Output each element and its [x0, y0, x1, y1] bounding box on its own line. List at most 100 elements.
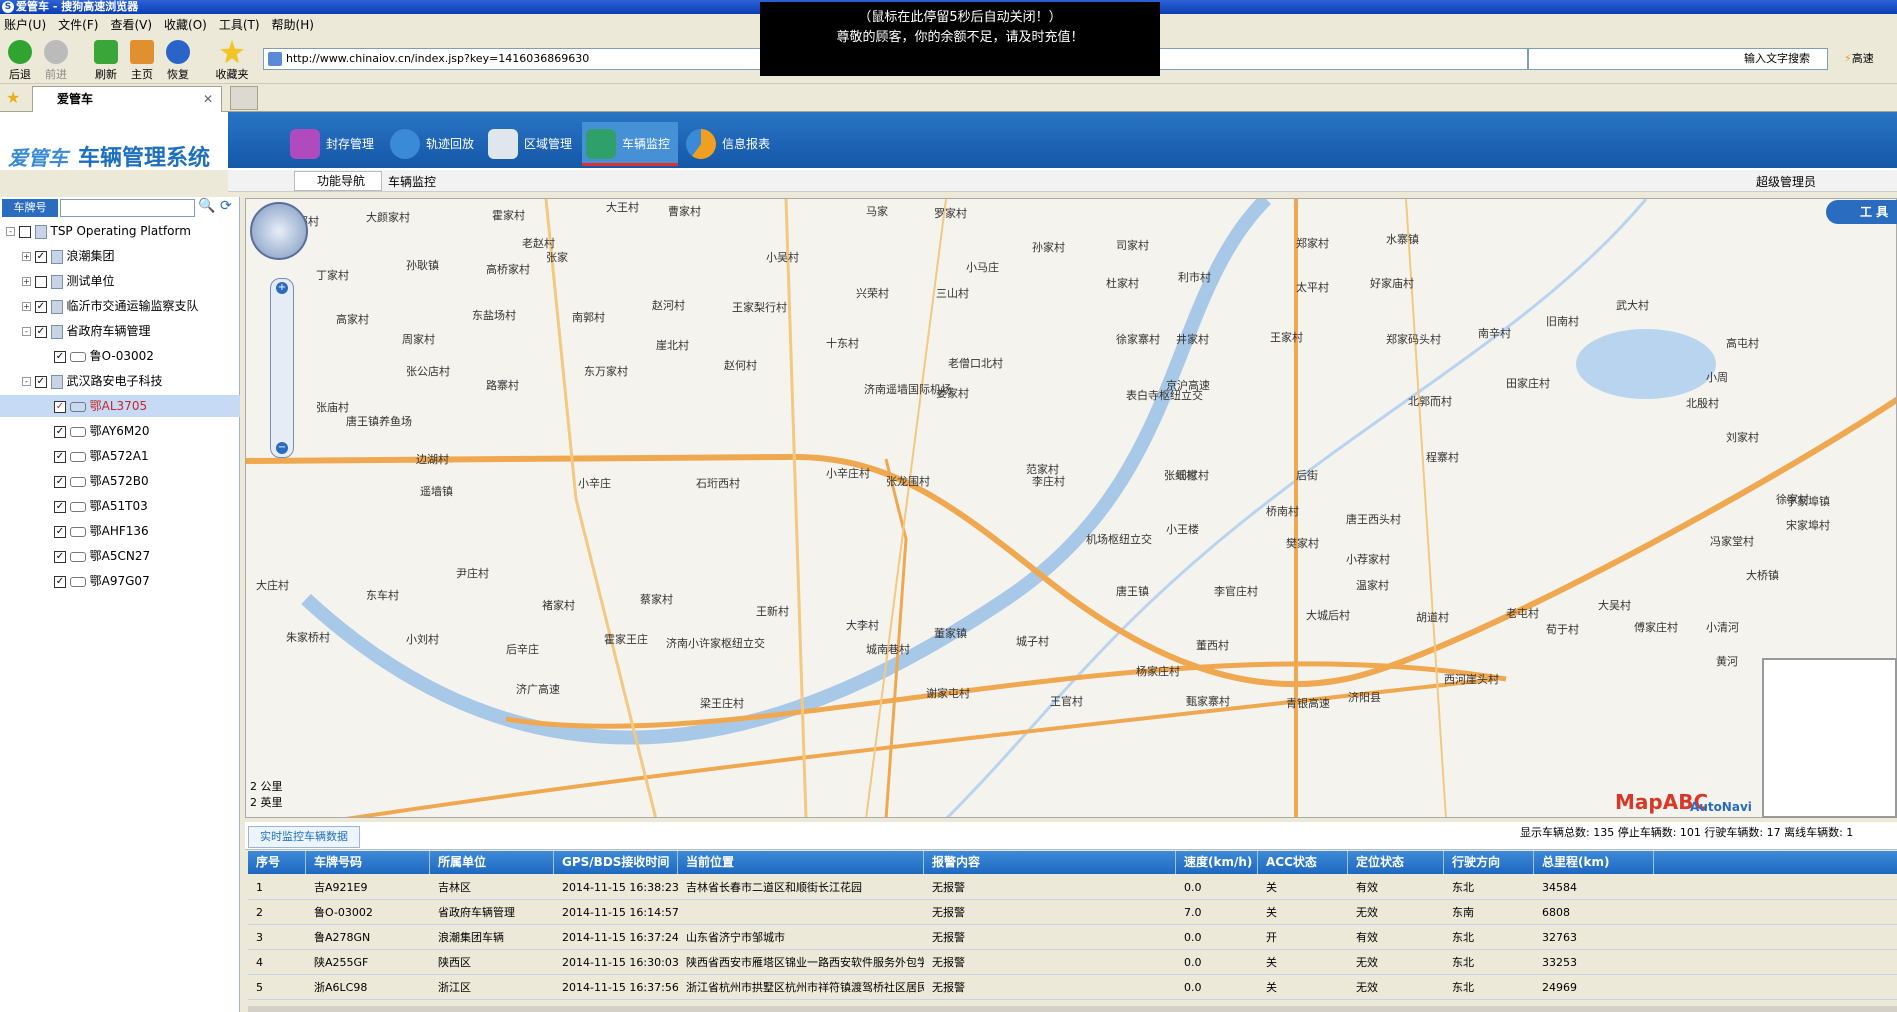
table-cell: 6808 [1542, 906, 1570, 919]
table-cell: 无效 [1356, 981, 1378, 994]
map-pan-control[interactable] [250, 202, 308, 260]
table-cell: 关 [1266, 981, 1277, 994]
tree-vehicle-selected[interactable]: ✓ 鄂AL3705 [0, 395, 240, 417]
map-label: 小王楼 [1166, 523, 1199, 536]
map-overview[interactable] [1762, 658, 1897, 818]
map-label: 小刘村 [406, 633, 439, 646]
column-header[interactable]: GPS/BDS接收时间 [554, 851, 678, 874]
map-view[interactable]: 东部村大颜家村霍家村大王村曹家村马家罗家村孙耿镇老赵村张家小吴村孙家村司家村郑家… [245, 198, 1897, 818]
column-header[interactable]: 序号 [248, 851, 306, 874]
refresh-tree-icon[interactable]: ⟳ [220, 198, 232, 214]
tree-node[interactable]: - ✓ 武汉路安电子科技 [0, 370, 163, 392]
tab-realtime-data[interactable]: 实时监控车辆数据 [248, 826, 360, 848]
balance-notice-popup[interactable]: （鼠标在此停留5秒后自动关闭！） 尊敬的顾客，你的余额不足，请及时充值！ [760, 2, 1160, 76]
new-tab-button[interactable] [230, 86, 258, 110]
tree-vehicle[interactable]: ✓ 鄂A97G07 [0, 570, 150, 592]
table-cell: 无报警 [932, 931, 965, 944]
search-input[interactable]: 输入文字搜索 [1528, 48, 1828, 70]
map-label: 温家村 [1356, 579, 1389, 592]
map-label: 丁家村 [316, 269, 349, 282]
map-label: 太平村 [1296, 281, 1329, 294]
home-button[interactable]: 主页 [122, 40, 162, 82]
tree-node[interactable]: + 测试单位 [0, 270, 115, 292]
menu-tools[interactable]: 工具(T) [219, 16, 260, 33]
plate-search-input[interactable] [60, 199, 195, 217]
tree-vehicle[interactable]: ✓ 鄂A572A1 [0, 445, 149, 467]
menu-help[interactable]: 帮助(H) [272, 16, 314, 33]
table-cell: 关 [1266, 906, 1277, 919]
nav-track-playback[interactable]: 轨迹回放 [386, 122, 478, 166]
tree-vehicle[interactable]: ✓ 鄂AY6M20 [0, 420, 150, 442]
star-icon [220, 40, 244, 64]
tree-vehicle[interactable]: ✓ 鄂A51T03 [0, 495, 148, 517]
column-header[interactable]: 报警内容 [924, 851, 1176, 874]
pie-chart-icon [686, 129, 716, 159]
column-header[interactable]: 所属单位 [430, 851, 554, 874]
map-label: 杜家村 [1106, 277, 1139, 290]
map-label: 褚家村 [542, 599, 575, 612]
map-label: 张龙围村 [886, 475, 930, 488]
column-header[interactable]: 定位状态 [1348, 851, 1444, 874]
map-label: 水寨镇 [1386, 233, 1419, 246]
favorites-button[interactable]: 收藏夹 [212, 40, 252, 82]
back-button[interactable]: 后退 [0, 40, 40, 82]
tree-node[interactable]: - ✓ 省政府车辆管理 [0, 320, 151, 342]
nav-archive[interactable]: 封存管理 [286, 122, 378, 166]
tree-vehicle[interactable]: ✓ 鄂A572B0 [0, 470, 149, 492]
user-label[interactable]: 超级管理员 [1756, 173, 1816, 190]
table-row[interactable]: 3 鲁A278GN 浪潮集团车辆 2014-11-15 16:37:24 山东省济宁市邹… [248, 925, 1897, 950]
map-label: 梁王庄村 [700, 697, 744, 710]
tree-node[interactable]: + ✓ 临沂市交通运输监察支队 [0, 295, 199, 317]
map-label: 北郭而村 [1408, 395, 1452, 408]
favorite-star-icon[interactable]: ★ [6, 88, 20, 107]
column-header[interactable]: 当前位置 [678, 851, 924, 874]
tree-vehicle[interactable]: ✓ 鄂A5CN27 [0, 545, 150, 567]
browser-tab[interactable]: 爱管车 ✕ [32, 86, 222, 112]
menu-favorites[interactable]: 收藏(O) [164, 16, 207, 33]
nav-area-management[interactable]: 区域管理 [484, 122, 576, 166]
speed-mode-button[interactable]: ⚡高速 [1844, 50, 1874, 66]
nav-vehicle-monitor[interactable]: 车辆监控 [582, 122, 678, 166]
nav-info-report[interactable]: 信息报表 [682, 122, 774, 166]
column-header[interactable]: 行驶方向 [1444, 851, 1534, 874]
map-label: 王家梨行村 [732, 301, 787, 314]
menu-file[interactable]: 文件(F) [58, 16, 98, 33]
column-header[interactable]: 车牌号码 [306, 851, 430, 874]
table-row[interactable]: 2 鲁O-03002 省政府车辆管理 2014-11-15 16:14:57 无报警 7.… [248, 900, 1897, 925]
tree-vehicle[interactable]: ✓ 鄂AHF136 [0, 520, 149, 542]
forward-arrow-icon [44, 40, 68, 64]
table-row[interactable]: 5 浙A6LC98 浙江区 2014-11-15 16:37:56 浙江省杭州市拱墅区杭… [248, 975, 1897, 1000]
map-label: 董家镇 [934, 627, 967, 640]
table-cell: 陕西区 [438, 956, 471, 969]
zoom-out-icon[interactable]: − [276, 442, 288, 454]
horizontal-scrollbar[interactable] [248, 1006, 1897, 1012]
forward-button[interactable]: 前进 [36, 40, 76, 82]
map-label: 井家村 [1176, 333, 1209, 346]
menu-account[interactable]: 账户(U) [4, 16, 46, 33]
map-label: 田家庄村 [1506, 377, 1550, 390]
refresh-button[interactable]: 刷新 [86, 40, 126, 82]
map-label: 张家 [546, 251, 568, 264]
map-label: 宋家埠村 [1786, 519, 1830, 532]
map-tools-button[interactable]: 工 具 [1826, 200, 1897, 224]
function-nav-button[interactable]: 功能导航 [294, 171, 382, 191]
column-header[interactable]: 速度(km/h) [1176, 851, 1258, 874]
table-row[interactable]: 4 陕A255GF 陕西区 2014-11-15 16:30:03 陕西省西安市雁塔区锦… [248, 950, 1897, 975]
table-cell: 东北 [1452, 931, 1474, 944]
tree-vehicle[interactable]: ✓ 鲁O-03002 [0, 345, 154, 367]
zoom-in-icon[interactable]: + [276, 282, 288, 294]
table-cell: 2014-11-15 16:38:23 [562, 881, 678, 894]
column-header[interactable]: ACC状态 [1258, 851, 1348, 874]
search-icon[interactable]: 🔍 [198, 198, 215, 214]
tree-root[interactable]: - TSP Operating Platform [0, 220, 191, 242]
menu-view[interactable]: 查看(V) [110, 16, 152, 33]
tree-node[interactable]: + ✓ 浪潮集团 [0, 245, 115, 267]
map-scale: 2 公里 2 英里 [250, 780, 283, 809]
notice-line-1: （鼠标在此停留5秒后自动关闭！） [858, 10, 1062, 25]
tab-close-icon[interactable]: ✕ [203, 87, 213, 111]
column-header[interactable]: 总里程(km) [1534, 851, 1654, 874]
archive-icon [290, 129, 320, 159]
zoom-slider[interactable]: + − [270, 278, 294, 458]
table-row[interactable]: 1 吉A921E9 吉林区 2014-11-15 16:38:23 吉林省长春市二道区和… [248, 875, 1897, 900]
restore-button[interactable]: 恢复 [158, 40, 198, 82]
